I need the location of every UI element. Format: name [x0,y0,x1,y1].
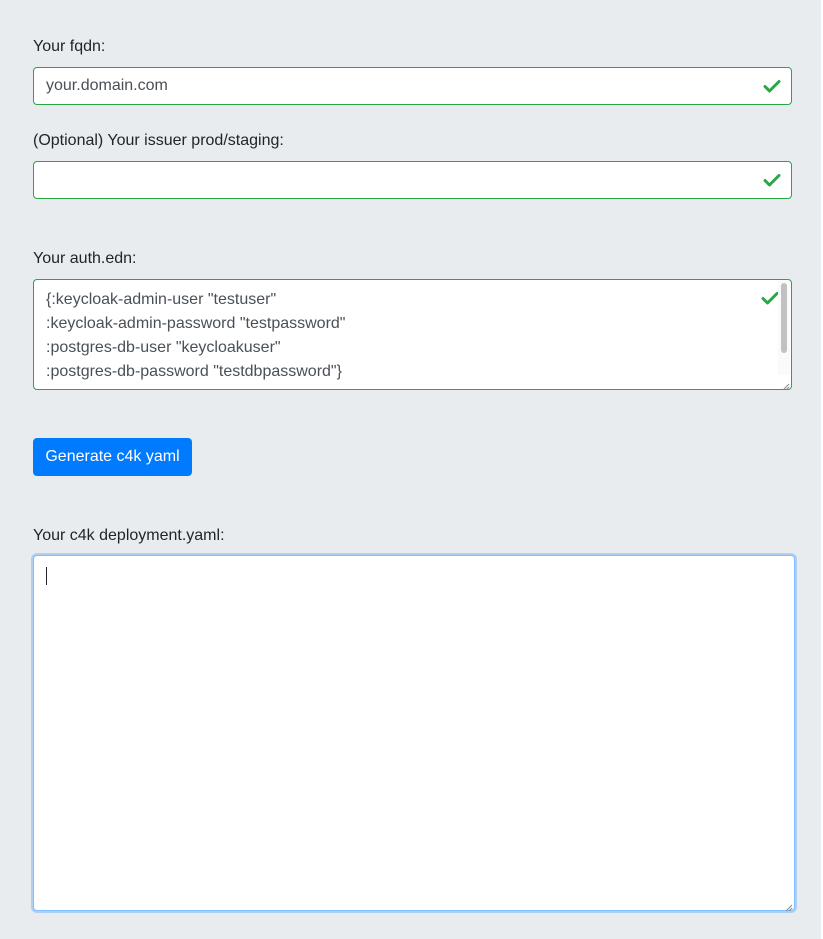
generate-c4k-yaml-button[interactable]: Generate c4k yaml [33,438,192,476]
deployment-yaml-textarea[interactable] [33,555,795,912]
auth-edn-scrollbar[interactable] [778,281,790,375]
fqdn-label: Your fqdn: [33,38,106,55]
auth-edn-scrollbar-thumb[interactable] [781,283,787,353]
auth-edn-line: {:keycloak-admin-user "testuser" [46,291,277,308]
auth-edn-label: Your auth.edn: [33,250,137,267]
fqdn-input-value: your.domain.com [46,77,168,94]
auth-edn-textarea[interactable]: {:keycloak-admin-user "testuser" :keycloa… [33,279,792,391]
text-caret [46,567,47,585]
check-icon [763,79,781,93]
check-icon [761,291,779,305]
form-panel: Your fqdn: your.domain.com (Optional) Yo… [0,0,821,939]
check-icon [763,173,781,187]
deployment-yaml-label: Your c4k deployment.yaml: [33,527,225,544]
auth-edn-line: :postgres-db-user "keycloakuser" [46,339,281,356]
auth-edn-line: :keycloak-admin-password "testpassword" [46,315,346,332]
issuer-input[interactable] [33,161,792,199]
issuer-label: (Optional) Your issuer prod/staging: [33,132,284,149]
auth-edn-content: {:keycloak-admin-user "testuser" :keycloa… [46,288,345,384]
auth-edn-line: :postgres-db-password "testdbpassword"} [46,363,342,380]
fqdn-input[interactable]: your.domain.com [33,67,792,105]
resize-grip-icon[interactable] [783,899,793,912]
resize-grip-icon[interactable] [780,378,790,391]
